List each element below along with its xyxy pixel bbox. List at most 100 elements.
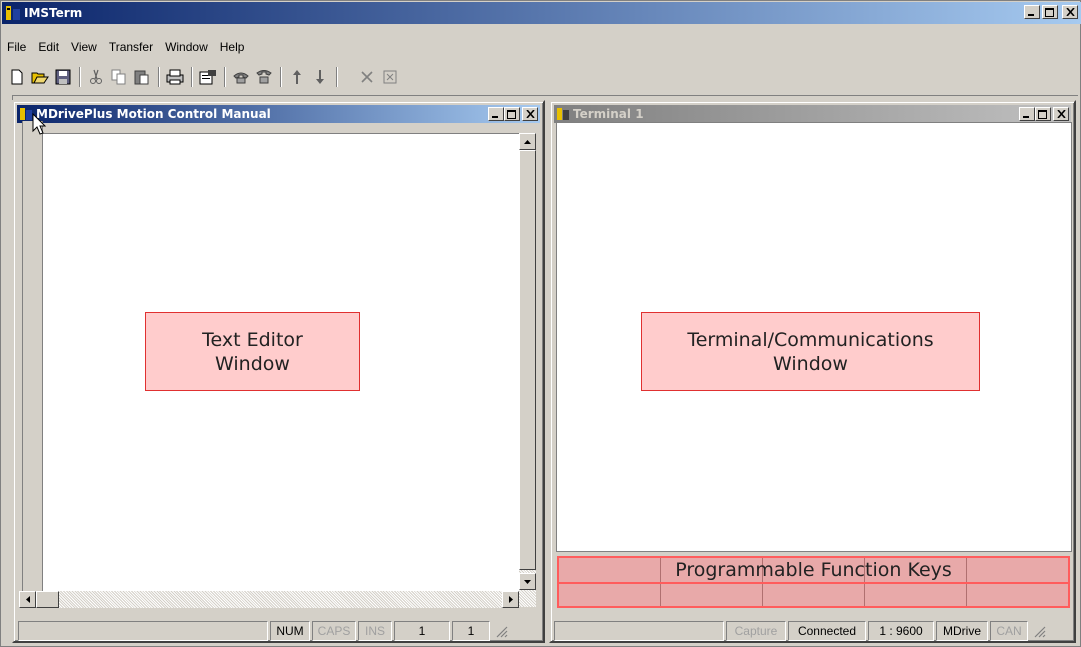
- paste-icon: [134, 70, 149, 85]
- minimize-icon: [1023, 116, 1029, 118]
- close-icon: [525, 110, 535, 118]
- connect-icon: [233, 72, 249, 84]
- save-button[interactable]: [52, 66, 74, 88]
- status-line: 1: [394, 621, 450, 641]
- callout-line: Window: [773, 352, 848, 375]
- editor-status-message: [18, 621, 268, 641]
- minimize-button[interactable]: [1024, 5, 1040, 19]
- maximize-icon: [1038, 109, 1047, 119]
- scroll-right-button[interactable]: [502, 591, 519, 608]
- terminal-titlebar[interactable]: Terminal 1: [554, 105, 1071, 123]
- clear-icon: [383, 70, 397, 84]
- terminal-minimize-button[interactable]: [1019, 107, 1035, 121]
- open-icon: [31, 72, 49, 84]
- app-title: IMSTerm: [24, 6, 83, 20]
- connect-button[interactable]: [230, 66, 252, 88]
- new-button[interactable]: [6, 66, 28, 88]
- print-button[interactable]: [164, 66, 186, 88]
- scroll-thumb[interactable]: [519, 150, 536, 570]
- paste-button[interactable]: [131, 66, 153, 88]
- function-keys-label: Programmable Function Keys: [675, 559, 952, 581]
- editor-minimize-button[interactable]: [488, 107, 504, 121]
- copy-button[interactable]: [108, 66, 130, 88]
- terminal-close-button[interactable]: [1053, 107, 1069, 121]
- function-key[interactable]: [967, 584, 1068, 606]
- function-key[interactable]: [559, 584, 661, 606]
- terminal-callout: Terminal/Communications Window: [641, 312, 980, 391]
- function-key[interactable]: [865, 584, 967, 606]
- close-icon: [1065, 8, 1075, 16]
- toolbar-separator: [336, 67, 338, 87]
- terminal-icon: [557, 108, 569, 120]
- status-caps: CAPS: [312, 621, 356, 641]
- toolbar: [2, 63, 1080, 91]
- maximize-icon: [1045, 7, 1054, 17]
- text-editor-callout: Text Editor Window: [145, 312, 360, 391]
- resize-grip-icon[interactable]: [494, 624, 508, 638]
- minimize-icon: [1028, 14, 1034, 16]
- status-connected: Connected: [788, 621, 866, 641]
- print-icon: [166, 69, 184, 85]
- function-key[interactable]: [661, 584, 763, 606]
- status-ins: INS: [358, 621, 392, 641]
- clear-button[interactable]: [379, 66, 401, 88]
- disconnect-button[interactable]: [253, 66, 275, 88]
- editor-horizontal-scrollbar[interactable]: [19, 591, 519, 608]
- app-titlebar[interactable]: IMSTerm: [2, 2, 1081, 24]
- status-col: 1: [452, 621, 490, 641]
- copy-icon: [111, 69, 126, 85]
- arrow-left-icon: [25, 596, 30, 603]
- disconnect-icon: [256, 70, 272, 84]
- editor-doc-icon: [20, 108, 32, 120]
- menu-bar: File Edit View Transfer Window Help: [2, 37, 250, 57]
- toolbar-separator: [224, 67, 226, 87]
- close-button[interactable]: [1062, 5, 1078, 19]
- terminal-maximize-button[interactable]: [1035, 107, 1051, 121]
- menu-window[interactable]: Window: [159, 40, 214, 54]
- properties-button[interactable]: [197, 66, 219, 88]
- status-capture: Capture: [726, 621, 786, 641]
- delete-icon: [361, 71, 373, 83]
- mouse-pointer-icon: [32, 113, 47, 135]
- editor-maximize-button[interactable]: [504, 107, 520, 121]
- editor-titlebar[interactable]: MDrivePlus Motion Control Manual: [17, 105, 540, 123]
- status-num: NUM: [270, 621, 310, 641]
- menu-help[interactable]: Help: [214, 40, 251, 54]
- upload-icon: [293, 70, 301, 84]
- editor-vertical-scrollbar[interactable]: [519, 133, 536, 607]
- status-can: CAN: [990, 621, 1028, 641]
- cut-button[interactable]: [85, 66, 107, 88]
- terminal-status-bar: Capture Connected 1 : 9600 MDrive CAN: [554, 620, 1076, 642]
- open-button[interactable]: [29, 66, 51, 88]
- new-icon: [11, 69, 23, 85]
- toolbar-separator: [79, 67, 81, 87]
- editor-line-gutter: [22, 121, 43, 591]
- editor-close-button[interactable]: [522, 107, 538, 121]
- function-key-row: [559, 582, 1068, 606]
- toolbar-separator: [280, 67, 282, 87]
- maximize-icon: [507, 109, 516, 119]
- resize-grip-icon[interactable]: [1032, 624, 1046, 638]
- status-port-baud: 1 : 9600: [868, 621, 934, 641]
- menu-transfer[interactable]: Transfer: [103, 40, 159, 54]
- toolbar-separator: [191, 67, 193, 87]
- callout-line: Terminal/Communications: [687, 328, 934, 351]
- scroll-left-button[interactable]: [19, 591, 36, 608]
- maximize-button[interactable]: [1042, 5, 1058, 19]
- function-key[interactable]: [763, 584, 865, 606]
- delete-button[interactable]: [356, 66, 378, 88]
- scroll-up-button[interactable]: [519, 133, 536, 150]
- minimize-icon: [492, 116, 498, 118]
- callout-line: Window: [215, 352, 290, 375]
- menu-edit[interactable]: Edit: [32, 40, 65, 54]
- arrow-down-icon: [524, 579, 531, 584]
- terminal-title: Terminal 1: [573, 107, 644, 121]
- download-button[interactable]: [309, 66, 331, 88]
- menu-view[interactable]: View: [65, 40, 103, 54]
- upload-button[interactable]: [286, 66, 308, 88]
- toolbar-separator: [158, 67, 160, 87]
- hscroll-thumb[interactable]: [36, 591, 59, 608]
- menu-file[interactable]: File: [2, 40, 32, 54]
- terminal-status-message: [554, 621, 724, 641]
- scroll-down-button[interactable]: [519, 573, 536, 590]
